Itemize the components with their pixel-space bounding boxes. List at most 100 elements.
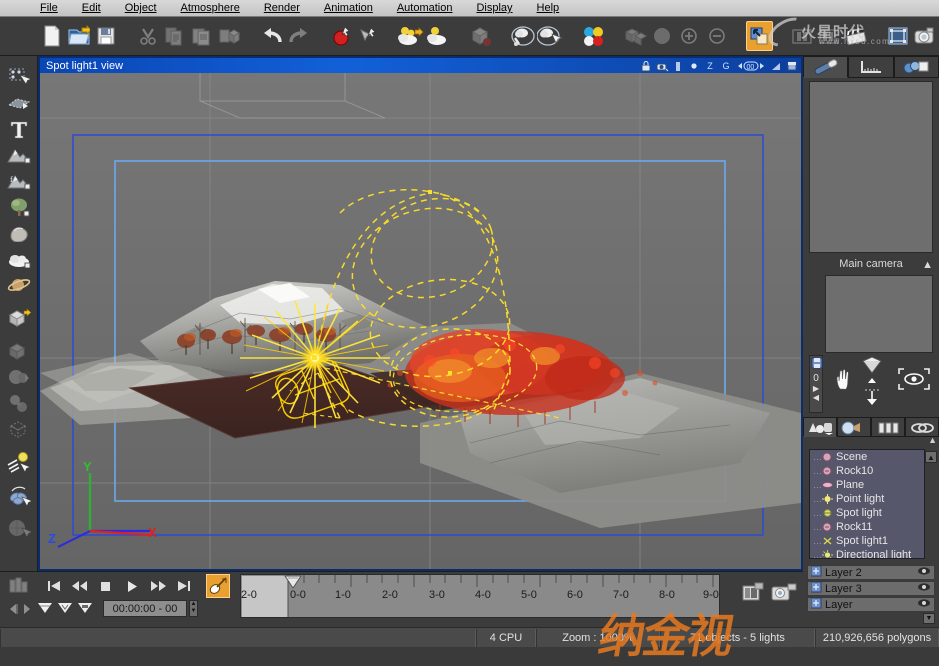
- boolean-object-icon[interactable]: [4, 338, 34, 364]
- prev-keyframe-button[interactable]: [36, 600, 54, 619]
- subtract-icon[interactable]: [703, 21, 730, 51]
- menu-item-animation[interactable]: Animation: [312, 1, 385, 15]
- procedural-terrain-icon[interactable]: f: [4, 168, 34, 194]
- zoom-stepper[interactable]: 00: [735, 59, 767, 72]
- render-area-icon[interactable]: [885, 21, 912, 51]
- film-strip-icon[interactable]: [788, 21, 815, 51]
- color-picker-icon[interactable]: [579, 21, 606, 51]
- layer-visibility-eye-icon[interactable]: [917, 598, 931, 611]
- orbit-diamond-icon[interactable]: [861, 355, 883, 378]
- camera-preview-panel[interactable]: [825, 275, 933, 353]
- camera-view-icon[interactable]: [655, 59, 669, 72]
- timecode-spinner[interactable]: ▲ ▼: [189, 600, 198, 617]
- world-preview-panel[interactable]: [809, 81, 933, 253]
- record-icon[interactable]: [328, 21, 355, 51]
- animation-wizard-button[interactable]: [206, 574, 230, 598]
- viewport-3d-canvas[interactable]: Y X Z: [40, 73, 801, 569]
- add-keyframe-button[interactable]: [56, 600, 74, 619]
- layer-row-3[interactable]: Layer 3: [807, 581, 935, 596]
- cloud-icon[interactable]: [4, 246, 34, 272]
- expand-timeline-icon[interactable]: [8, 600, 32, 621]
- sphere-primitive-icon[interactable]: [649, 21, 676, 51]
- film-strip2-icon[interactable]: [815, 21, 842, 51]
- menu-item-object[interactable]: Object: [113, 1, 169, 15]
- save-atmosphere-icon[interactable]: [425, 21, 452, 51]
- menu-item-edit[interactable]: Edit: [70, 1, 113, 15]
- layers-browser-tab[interactable]: [871, 417, 905, 437]
- tree-item-directional-light[interactable]: … Directional light: [810, 548, 924, 558]
- render-movie-icon[interactable]: [770, 580, 798, 609]
- import-object-icon[interactable]: [4, 416, 34, 442]
- stop-button[interactable]: [94, 576, 118, 596]
- split-view-icon[interactable]: [671, 59, 685, 72]
- save-file-icon[interactable]: [92, 21, 119, 51]
- duplicate-icon[interactable]: [216, 21, 243, 51]
- play-button[interactable]: [120, 576, 144, 596]
- ground-plane-icon[interactable]: [4, 90, 34, 116]
- next-camera-icon[interactable]: ▶: [810, 384, 822, 393]
- new-file-icon[interactable]: [38, 21, 65, 51]
- next-keyframe-button[interactable]: [76, 600, 94, 619]
- sphere-tool-icon[interactable]: [4, 515, 34, 541]
- ecosystem-icon[interactable]: [4, 482, 34, 508]
- move-updown-icon[interactable]: [863, 377, 881, 410]
- menu-item-file[interactable]: File: [28, 1, 70, 15]
- menu-item-automation[interactable]: Automation: [385, 1, 465, 15]
- camera-panel-header[interactable]: Main camera ▲: [803, 256, 939, 272]
- tree-item-rock10[interactable]: … Rock10: [810, 464, 924, 478]
- object-properties-icon[interactable]: [467, 21, 494, 51]
- prev-camera-icon[interactable]: ◀: [810, 393, 822, 402]
- point-display-icon[interactable]: [687, 59, 701, 72]
- menu-item-help[interactable]: Help: [525, 1, 572, 15]
- layer-visibility-eye-icon[interactable]: [917, 566, 931, 579]
- load-material-icon[interactable]: [510, 21, 537, 51]
- timeline[interactable]: 0-0 1-0 2-0 3-0 4-0 5-0 6-0 7-0 8-0 9-0 …: [240, 574, 720, 618]
- go-to-start-button[interactable]: [42, 576, 66, 596]
- layer-expand-icon[interactable]: [810, 581, 822, 596]
- links-browser-tab[interactable]: [905, 417, 939, 437]
- paste-icon[interactable]: [189, 21, 216, 51]
- go-to-end-button[interactable]: [172, 576, 196, 596]
- cut-icon[interactable]: [135, 21, 162, 51]
- pan-hand-icon[interactable]: [835, 369, 855, 394]
- scroll-up-arrow-icon[interactable]: ▲: [928, 435, 937, 445]
- atmosphere-browser-tab[interactable]: [837, 417, 871, 437]
- camera-render-icon[interactable]: [912, 21, 939, 51]
- look-eye-icon[interactable]: [897, 367, 931, 394]
- object-tree[interactable]: … Scene … Rock10 … Plane … Point light …: [809, 449, 925, 559]
- tree-icon[interactable]: [4, 194, 34, 220]
- objects-browser-tab[interactable]: [803, 417, 837, 437]
- materials-tab[interactable]: [893, 56, 939, 78]
- world-browser-tab[interactable]: [803, 56, 849, 78]
- group-icon[interactable]: [4, 390, 34, 416]
- fast-forward-button[interactable]: [146, 576, 170, 596]
- save-camera-icon[interactable]: [811, 357, 823, 372]
- timecode-field[interactable]: 00:00:00 - 00: [103, 600, 187, 617]
- primitive-cube-icon[interactable]: [4, 305, 34, 331]
- tree-item-plane[interactable]: … Plane: [810, 478, 924, 492]
- open-file-icon[interactable]: [65, 21, 92, 51]
- light-tool-icon[interactable]: [4, 449, 34, 475]
- tree-scroll-up-button[interactable]: ▲: [925, 451, 937, 463]
- maximize-view-icon[interactable]: [785, 59, 799, 72]
- numeric-tab[interactable]: [848, 56, 894, 78]
- undo-icon[interactable]: [258, 21, 285, 51]
- tree-item-rock11[interactable]: … Rock11: [810, 520, 924, 534]
- clapperboard-icon[interactable]: [842, 21, 869, 51]
- collapse-arrow-icon[interactable]: ▲: [922, 259, 933, 271]
- menu-item-render[interactable]: Render: [252, 1, 312, 15]
- shade-icon[interactable]: [769, 59, 783, 72]
- layer-expand-icon[interactable]: [810, 565, 822, 580]
- tree-item-spot-light[interactable]: … Spot light: [810, 506, 924, 520]
- render-settings-icon[interactable]: [740, 580, 766, 609]
- lock-view-icon[interactable]: [639, 59, 653, 72]
- add-icon[interactable]: [676, 21, 703, 51]
- rewind-button[interactable]: [68, 576, 92, 596]
- axis-z-label[interactable]: Z: [703, 59, 717, 72]
- layer-row-4[interactable]: Layer: [807, 597, 935, 612]
- boolean-icon[interactable]: [622, 21, 649, 51]
- copy-icon[interactable]: [162, 21, 189, 51]
- tree-item-point-light[interactable]: … Point light: [810, 492, 924, 506]
- timeline-playhead[interactable]: [283, 575, 303, 594]
- load-atmosphere-icon[interactable]: [398, 21, 425, 51]
